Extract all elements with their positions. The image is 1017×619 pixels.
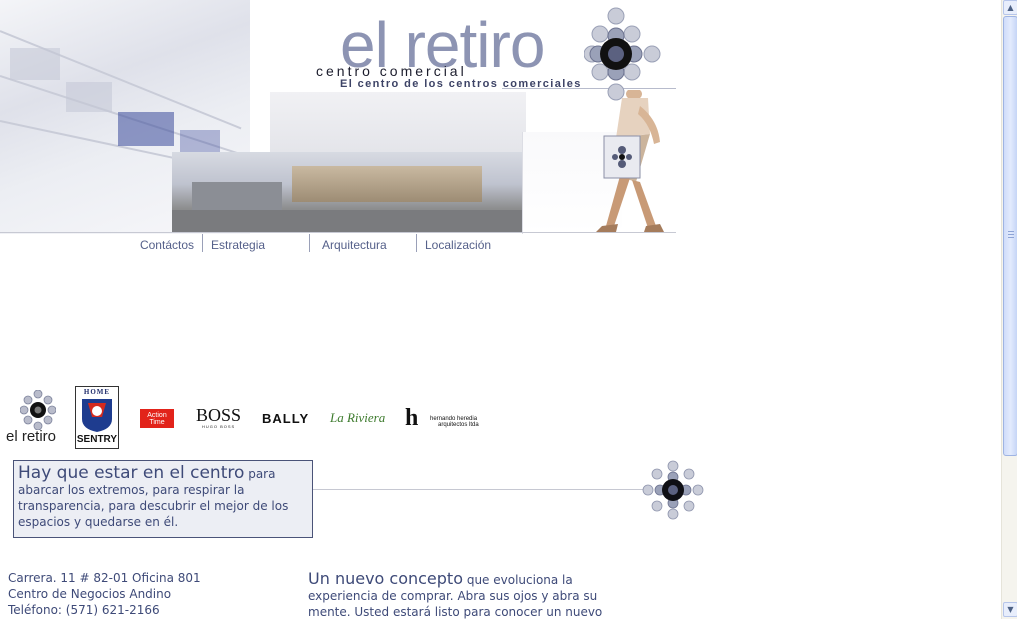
home-sentry-bottom-text: SENTRY <box>76 434 118 445</box>
home-sentry-top-text: HOME <box>83 388 111 396</box>
main-nav: Contáctos Estrategia Arquitectura Locali… <box>124 234 517 254</box>
nav-item-arquitectura[interactable]: Arquitectura <box>310 234 417 252</box>
sponsor-el-retiro[interactable]: el retiro <box>6 388 68 448</box>
scrollbar-thumb[interactable] <box>1003 16 1017 456</box>
hernando-h-icon: h <box>405 405 419 431</box>
photo-building <box>292 166 482 202</box>
sponsor-strip: el retiro HOME SENTRY Action Time BOSS H… <box>0 384 510 450</box>
mall-plaza-photo <box>172 152 522 232</box>
contact-address: Carrera. 11 # 82-01 Oficina 801 Centro d… <box>8 570 201 618</box>
building-block-image <box>270 92 526 152</box>
sponsor-boss[interactable]: BOSS HUGO BOSS <box>196 405 242 430</box>
flower-logo-icon <box>20 390 56 430</box>
grip-line <box>1008 231 1014 232</box>
concept-paragraph: Un nuevo concepto que evoluciona la expe… <box>308 571 638 619</box>
content-divider <box>313 489 653 490</box>
action-time-text: Action Time <box>147 411 167 426</box>
tagline-box: Hay que estar en el centro para abarcar … <box>13 460 313 538</box>
concept-headline: Un nuevo concepto <box>308 569 463 588</box>
tagline-headline: Hay que estar en el centro <box>18 463 245 483</box>
flower-logo-icon <box>642 460 704 520</box>
sponsor-home-sentry[interactable]: HOME SENTRY <box>75 386 119 449</box>
facade-window <box>118 112 174 146</box>
nav-item-contactos[interactable]: Contáctos <box>124 234 203 252</box>
header-banner: el retiro centro comercial El centro de … <box>0 0 676 234</box>
address-line: Centro de Negocios Andino <box>8 587 172 601</box>
nav-item-estrategia[interactable]: Estrategia <box>203 234 310 252</box>
photo-building <box>192 182 282 212</box>
shield-icon <box>82 399 112 432</box>
grip-line <box>1008 237 1014 238</box>
address-phone: Teléfono: (571) 621-2166 <box>8 603 160 617</box>
boss-sub-text: HUGO BOSS <box>202 424 236 429</box>
sponsor-el-retiro-text: el retiro <box>6 428 57 445</box>
nav-item-localizacion[interactable]: Localización <box>417 234 517 252</box>
site-logo-subtitle: centro comercial <box>316 63 467 79</box>
sponsor-la-riviera[interactable]: La Riviera <box>330 410 385 426</box>
photo-plaza <box>172 210 522 232</box>
vertical-scrollbar[interactable]: ▲ ▼ <box>1001 0 1017 619</box>
facade-window <box>10 48 60 80</box>
hernando-line2: arquitectos ltda <box>438 422 479 428</box>
sponsor-bally[interactable]: BALLY <box>262 411 309 426</box>
boss-text: BOSS <box>196 405 242 425</box>
sponsor-hernando-heredia[interactable]: h hernando heredia arquitectos ltda <box>405 406 497 432</box>
sponsor-action-time[interactable]: Action Time <box>140 409 174 428</box>
grip-line <box>1008 234 1014 235</box>
web-page: el retiro centro comercial El centro de … <box>0 0 1001 619</box>
scroll-down-arrow-icon[interactable]: ▼ <box>1003 602 1017 617</box>
la-riviera-text: La Riviera <box>330 410 386 425</box>
scroll-up-arrow-icon[interactable]: ▲ <box>1003 0 1017 15</box>
bally-text: BALLY <box>262 411 310 426</box>
banner-divider <box>0 232 676 233</box>
flower-logo-icon <box>584 7 661 101</box>
address-line: Carrera. 11 # 82-01 Oficina 801 <box>8 571 201 585</box>
facade-window <box>66 82 112 112</box>
shopper-woman-image <box>596 90 664 232</box>
